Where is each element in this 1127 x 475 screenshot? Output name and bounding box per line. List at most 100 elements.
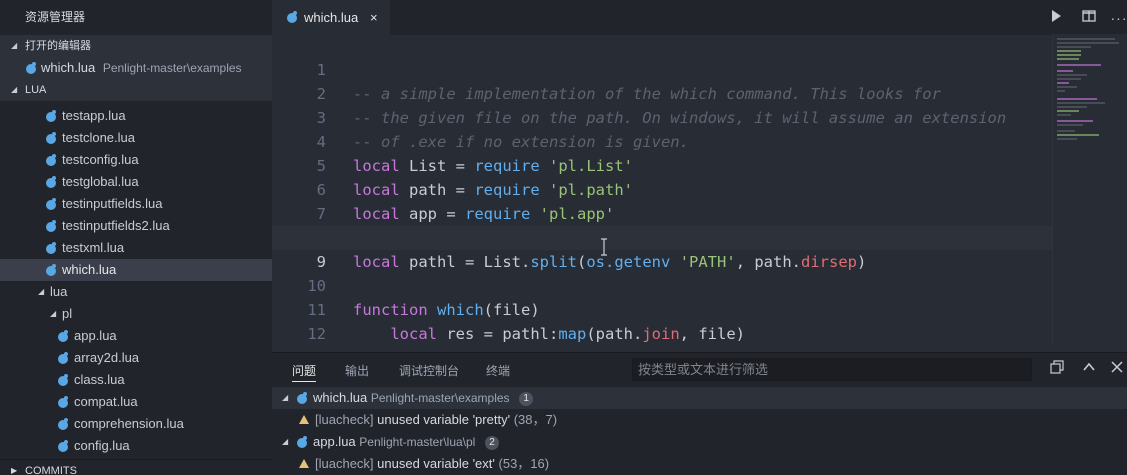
- minimap-line: [1057, 124, 1083, 126]
- open-editors-section-header[interactable]: ◢ 打开的编辑器: [0, 35, 272, 57]
- code-line: 1 -- a simple implementation of the whic…: [272, 34, 1052, 103]
- problem-file-row-app[interactable]: ◢ app.lua Penlight-master\lua\pl 2: [272, 431, 1127, 453]
- close-icon[interactable]: ×: [370, 0, 378, 35]
- tab-which-lua[interactable]: which.lua ×: [272, 0, 390, 35]
- minimap-line: [1057, 54, 1081, 56]
- code-line: 12 res = res:filter(path.exists): [272, 298, 1052, 343]
- problem-message: unused variable 'pretty': [377, 412, 511, 427]
- problem-file-path: Penlight-master\examples: [370, 391, 510, 405]
- minimap[interactable]: [1052, 34, 1127, 344]
- problem-file-row-which[interactable]: ◢ which.lua Penlight-master\examples 1: [272, 387, 1127, 409]
- split-editor-icon[interactable]: [1080, 9, 1098, 27]
- tree-file-label: testglobal.lua: [62, 174, 139, 189]
- open-editor-name: which.lua: [41, 60, 96, 75]
- chevron-down-icon: ◢: [50, 309, 57, 318]
- lua-file-icon: [57, 374, 69, 386]
- tree-file-label: app.lua: [74, 328, 117, 343]
- tab-output[interactable]: 输出: [345, 361, 369, 381]
- tree-file-testapp[interactable]: testapp.lua: [0, 105, 272, 127]
- minimap-line: [1057, 134, 1099, 136]
- problem-file-path: Penlight-master\lua\pl: [359, 435, 476, 449]
- chevron-down-icon: ◢: [282, 437, 289, 446]
- lua-file-icon: [296, 436, 308, 448]
- problem-item[interactable]: [luacheck] unused variable 'pretty' (38，…: [272, 409, 1127, 431]
- minimap-line: [1057, 38, 1115, 40]
- lua-file-icon: [45, 110, 57, 122]
- minimap-line: [1057, 86, 1077, 88]
- lua-file-icon: [45, 242, 57, 254]
- minimap-line: [1057, 130, 1075, 132]
- lua-file-icon: [57, 418, 69, 430]
- tab-label: which.lua: [304, 10, 359, 25]
- code-line: 5 local path = require 'pl.path': [272, 130, 1052, 199]
- tree-file-array2d[interactable]: array2d.lua: [0, 347, 272, 369]
- minimap-line: [1057, 82, 1069, 84]
- lua-file-icon: [45, 154, 57, 166]
- code-line: 8 local pathl = List.split(os.getenv 'PA…: [272, 202, 1052, 271]
- tree-file-label: compat.lua: [74, 394, 138, 409]
- tab-debug-console[interactable]: 调试控制台: [399, 361, 459, 381]
- code-line: 6 local app = require 'pl.app': [272, 154, 1052, 223]
- tree-file-comprehension[interactable]: comprehension.lua: [0, 413, 272, 435]
- code-line: 4 local List = require 'pl.List': [272, 106, 1052, 175]
- lua-file-icon: [25, 62, 37, 74]
- tree-file-testclone[interactable]: testclone.lua: [0, 127, 272, 149]
- tree-file-config[interactable]: config.lua: [0, 435, 272, 457]
- text-cursor-icon: [600, 238, 607, 256]
- code-line: 2 -- the given file on the path. On wind…: [272, 58, 1052, 127]
- tree-file-label: class.lua: [74, 372, 125, 387]
- tab-bar: which.lua × ···: [272, 0, 1127, 35]
- tree-file-which[interactable]: which.lua: [0, 259, 272, 281]
- tree-file-label: testclone.lua: [62, 130, 135, 145]
- maximize-panel-icon[interactable]: [1080, 360, 1098, 378]
- lua-section-label: LUA: [25, 84, 47, 96]
- minimap-line: [1057, 58, 1079, 60]
- problem-count-badge: 2: [484, 436, 499, 450]
- chevron-down-icon: ◢: [38, 287, 45, 296]
- file-tree: testapp.lua testclone.lua testconfig.lua…: [0, 101, 272, 459]
- lua-file-icon: [45, 176, 57, 188]
- tree-file-class[interactable]: class.lua: [0, 369, 272, 391]
- open-editors-label: 打开的编辑器: [25, 40, 91, 52]
- tab-terminal[interactable]: 终端: [486, 361, 510, 381]
- minimap-line: [1057, 50, 1081, 52]
- problem-position: (38，7): [513, 412, 558, 427]
- code-line: 7: [272, 178, 1052, 223]
- problem-count-badge: 1: [519, 392, 534, 406]
- commits-section-header[interactable]: ▶ COMMITS: [0, 459, 272, 475]
- collapse-all-icon[interactable]: [1048, 360, 1066, 378]
- tab-problems[interactable]: 问题: [292, 361, 317, 382]
- tree-file-testxml[interactable]: testxml.lua: [0, 237, 272, 259]
- tree-file-testinputfields[interactable]: testinputfields.lua: [0, 193, 272, 215]
- tree-file-testconfig[interactable]: testconfig.lua: [0, 149, 272, 171]
- chevron-down-icon: ◢: [282, 393, 289, 402]
- tree-file-label: array2d.lua: [74, 350, 140, 365]
- lua-folder-section-header[interactable]: ◢ LUA: [0, 79, 272, 101]
- lua-file-icon: [45, 220, 57, 232]
- warning-icon: [299, 459, 309, 468]
- code-line: 11 local res = pathl:map(path.join, file…: [272, 274, 1052, 343]
- tree-file-app[interactable]: app.lua: [0, 325, 272, 347]
- problem-source: [luacheck]: [315, 412, 374, 427]
- code-line: 3 -- of .exe if no extension is given.: [272, 82, 1052, 151]
- lua-file-icon: [57, 440, 69, 452]
- tree-folder-lua[interactable]: ◢ lua: [0, 281, 272, 303]
- run-icon[interactable]: [1047, 9, 1065, 27]
- lua-file-icon: [45, 132, 57, 144]
- tree-file-label: testapp.lua: [62, 108, 126, 123]
- code-editor[interactable]: 1 -- a simple implementation of the whic…: [272, 34, 1052, 344]
- tree-file-label: comprehension.lua: [74, 416, 184, 431]
- more-actions-icon[interactable]: ···: [1110, 9, 1127, 27]
- tree-file-compat[interactable]: compat.lua: [0, 391, 272, 413]
- lua-file-icon: [45, 264, 57, 276]
- problems-filter-input[interactable]: 按类型或文本进行筛选: [632, 358, 1032, 381]
- tree-folder-pl[interactable]: ◢ pl: [0, 303, 272, 325]
- open-editor-item-which[interactable]: which.lua Penlight-master\examples: [0, 57, 272, 79]
- tree-file-testglobal[interactable]: testglobal.lua: [0, 171, 272, 193]
- code-line: 10 function which(file): [272, 250, 1052, 319]
- problem-item[interactable]: [luacheck] unused variable 'ext' (53，16): [272, 453, 1127, 475]
- close-panel-icon[interactable]: [1108, 360, 1126, 378]
- tree-file-testinputfields2[interactable]: testinputfields2.lua: [0, 215, 272, 237]
- tree-folder-label: pl: [62, 306, 73, 321]
- minimap-line: [1057, 70, 1073, 72]
